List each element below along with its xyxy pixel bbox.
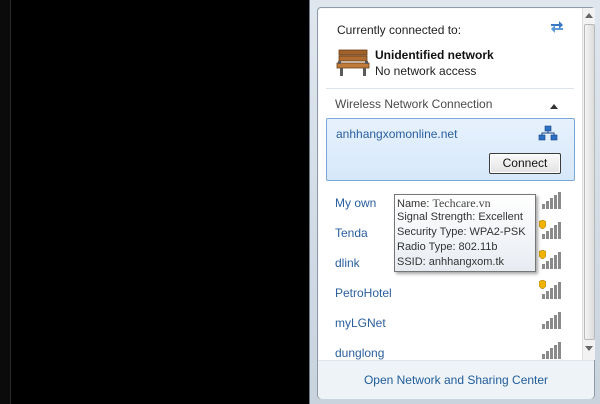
footer: Open Network and Sharing Center <box>318 360 594 399</box>
divider <box>326 88 574 89</box>
network-item[interactable]: PetroHotel <box>335 286 392 300</box>
tooltip-security: Security Type: WPA2-PSK <box>397 226 526 238</box>
wired-network-icon <box>538 125 558 141</box>
refresh-icon[interactable] <box>548 18 566 36</box>
network-item[interactable]: Tenda <box>335 226 368 240</box>
scroll-down-icon[interactable] <box>585 346 593 352</box>
network-list-area: Currently connected to: Unidentified net… <box>318 8 582 360</box>
tooltip-name-value: Techcare.vn <box>432 196 491 210</box>
tooltip-radio: Radio Type: 802.11b <box>397 241 498 253</box>
network-sharing-center-link[interactable]: Open Network and Sharing Center <box>318 373 594 387</box>
selected-network-item[interactable]: anhhangxomonline.net Connect <box>326 118 575 181</box>
network-item[interactable]: myLGNet <box>335 316 386 330</box>
desktop-edge <box>0 0 11 404</box>
desktop-background <box>11 0 309 404</box>
current-network-name: Unidentified network <box>375 48 494 62</box>
chevron-up-icon[interactable] <box>550 103 558 109</box>
network-item[interactable]: dlink <box>335 256 360 270</box>
scroll-up-icon[interactable] <box>585 12 593 18</box>
signal-strength-icon <box>542 192 561 209</box>
signal-strength-icon <box>542 282 561 299</box>
section-title[interactable]: Wireless Network Connection <box>335 97 492 111</box>
tooltip-ssid: SSID: anhhangxom.tk <box>397 256 505 268</box>
current-network-status: No network access <box>375 64 477 78</box>
tooltip-name-label: Name: <box>397 198 430 210</box>
scroll-thumb[interactable] <box>584 24 595 340</box>
connected-label: Currently connected to: <box>337 23 462 37</box>
scrollbar[interactable] <box>582 8 595 360</box>
signal-strength-icon <box>542 222 561 239</box>
signal-strength-icon <box>542 342 561 359</box>
network-item[interactable]: My own <box>335 196 376 210</box>
park-bench-icon <box>336 49 370 76</box>
network-item[interactable]: dunglong <box>335 346 384 360</box>
signal-strength-icon <box>542 252 561 269</box>
connect-button[interactable]: Connect <box>489 153 561 174</box>
signal-strength-icon <box>542 312 561 329</box>
network-tooltip: Name: Techcare.vn Signal Strength: Excel… <box>394 194 536 272</box>
tooltip-name-line: Name: Techcare.vn <box>397 196 491 211</box>
tooltip-signal: Signal Strength: Excellent <box>397 211 523 223</box>
selected-network-name: anhhangxomonline.net <box>336 127 458 141</box>
